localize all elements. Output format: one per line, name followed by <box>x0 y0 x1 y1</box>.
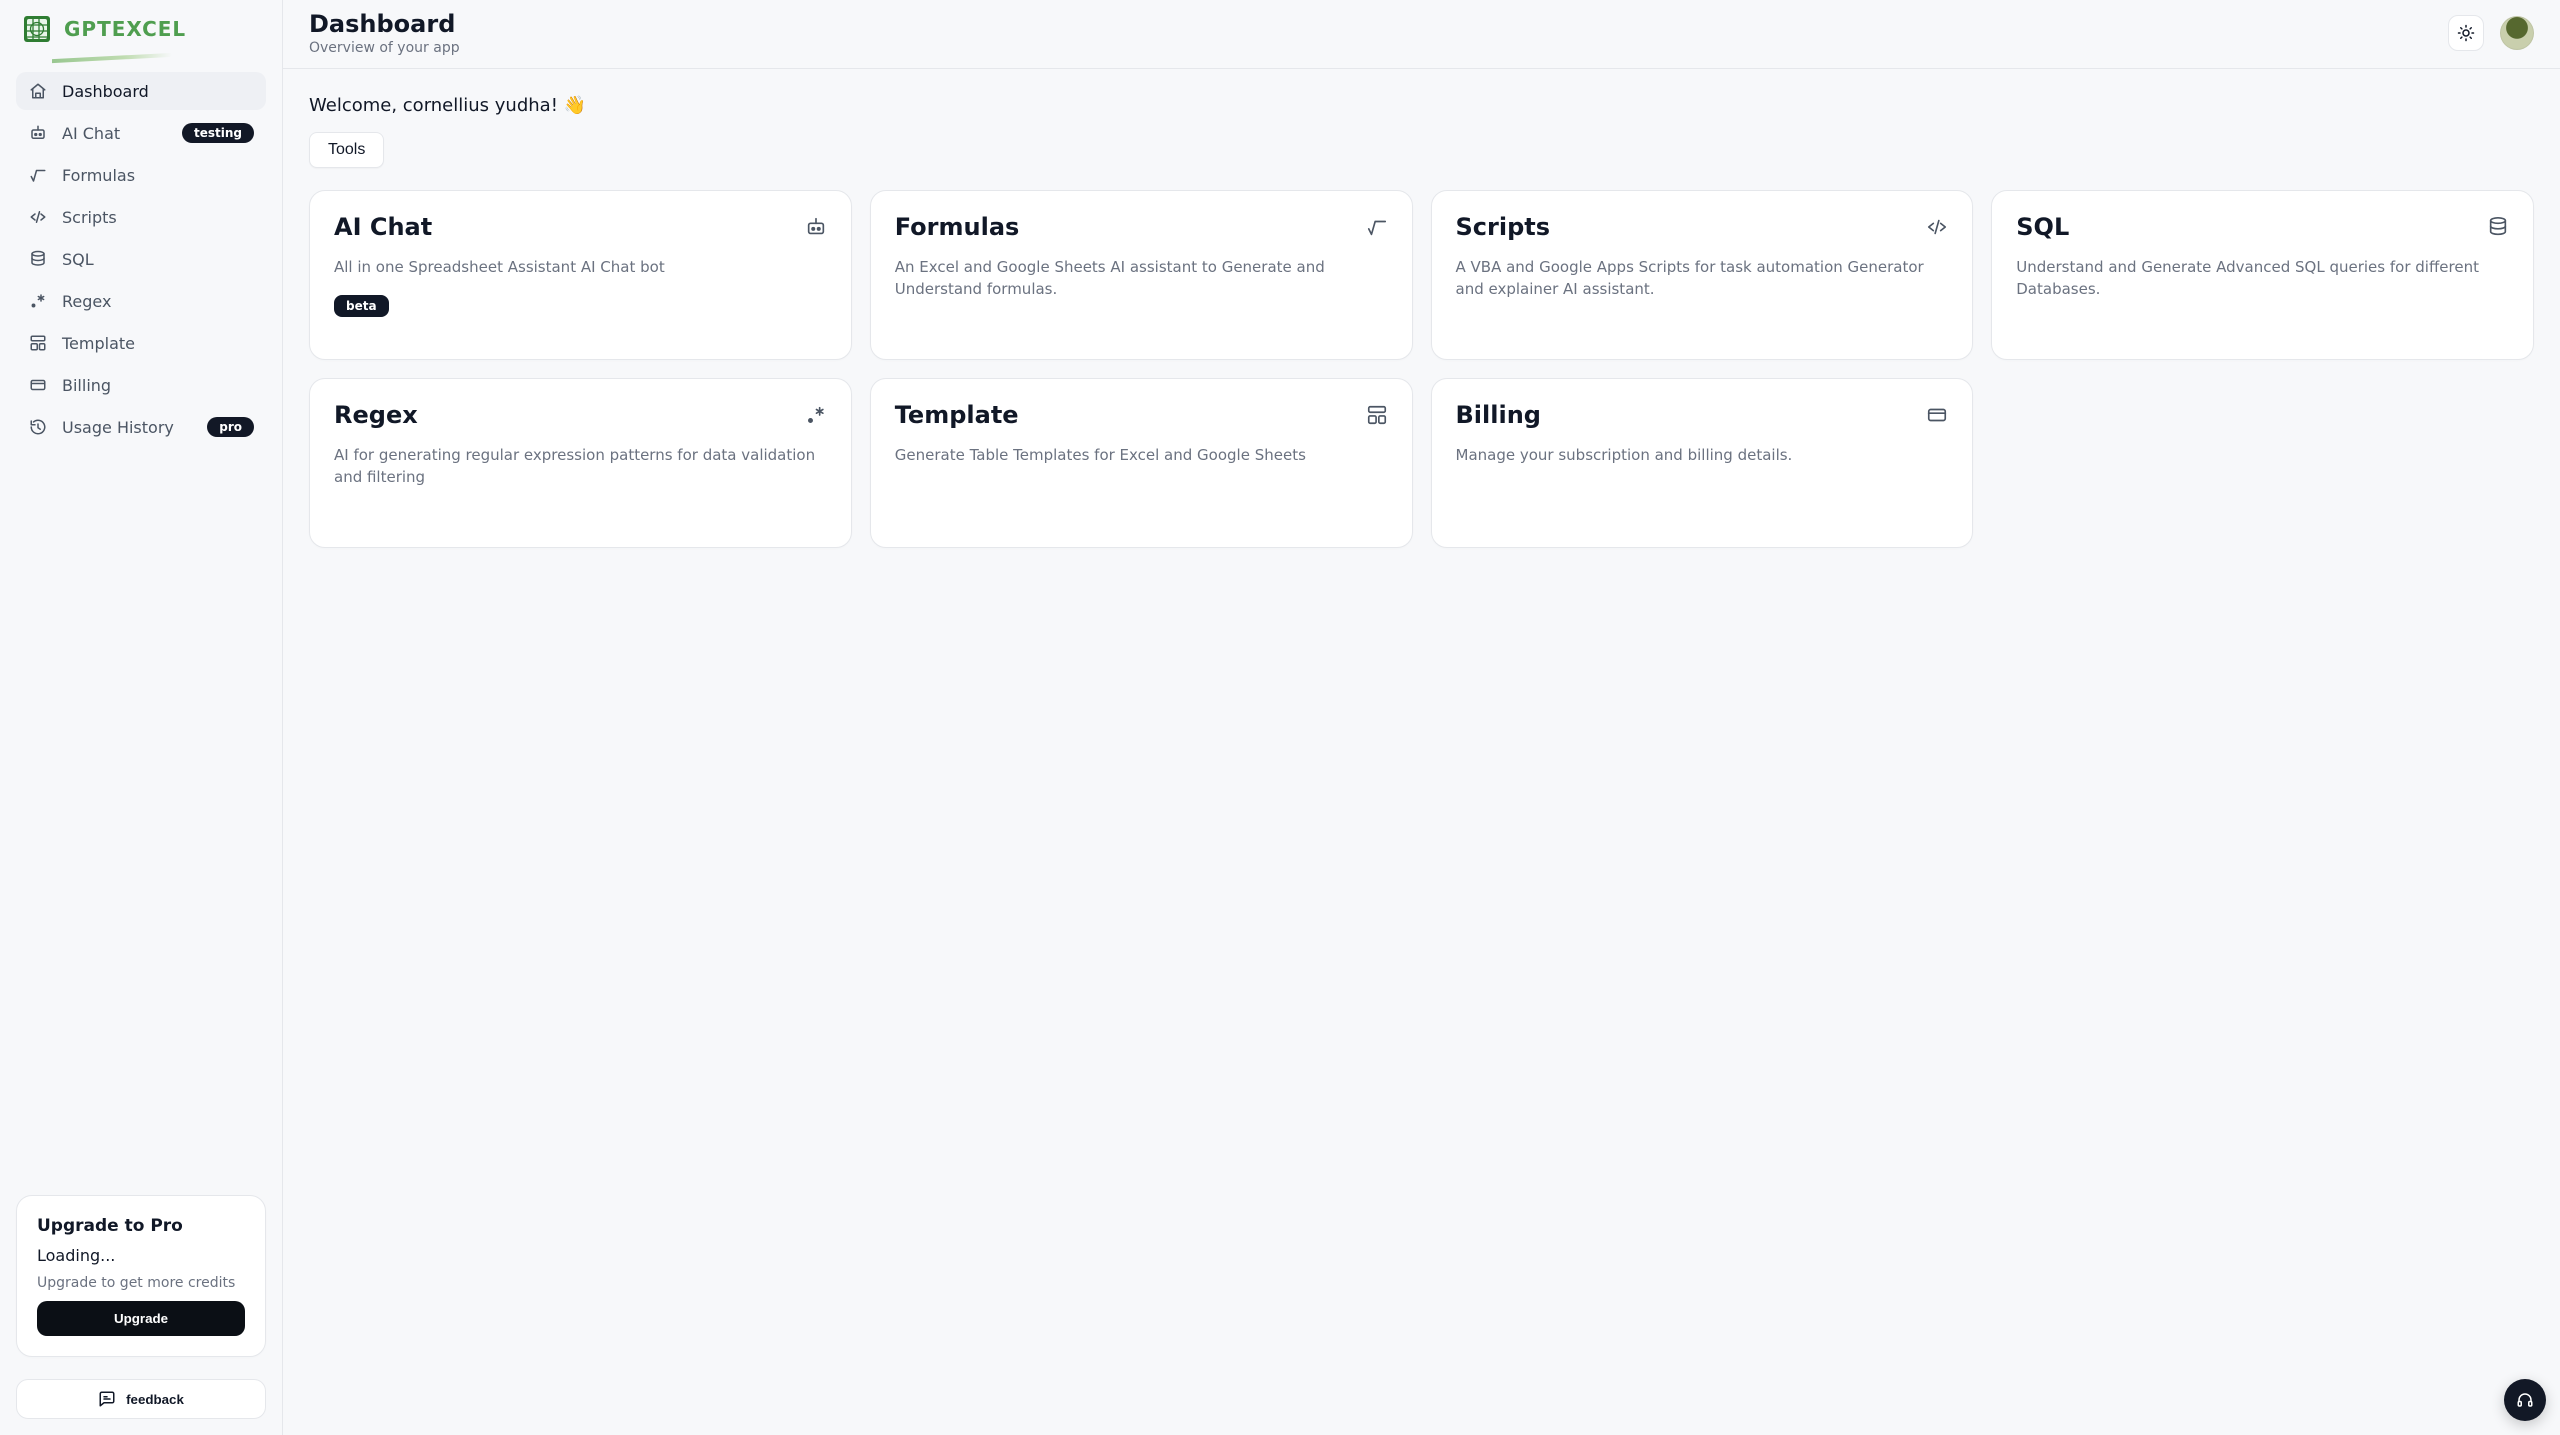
sidebar-item-label: Billing <box>62 376 254 395</box>
card-title: Regex <box>334 401 418 429</box>
topbar: Dashboard Overview of your app <box>283 0 2560 69</box>
card-desc: All in one Spreadsheet Assistant AI Chat… <box>334 257 827 279</box>
feedback-button[interactable]: feedback <box>16 1379 266 1419</box>
headphones-icon <box>2516 1391 2534 1409</box>
badge-pro: pro <box>207 417 254 437</box>
sidebar-item-template[interactable]: Template <box>16 324 266 362</box>
card-desc: AI for generating regular expression pat… <box>334 445 827 489</box>
brand-name: GPTEXCEL <box>64 17 186 41</box>
sidebar-item-scripts[interactable]: Scripts <box>16 198 266 236</box>
sidebar-item-formulas[interactable]: Formulas <box>16 156 266 194</box>
radical-icon <box>1366 216 1388 238</box>
card-title: Scripts <box>1456 213 1551 241</box>
upgrade-sub: Upgrade to get more credits <box>37 1275 245 1291</box>
layout-icon <box>28 333 48 353</box>
card-sql[interactable]: SQL Understand and Generate Advanced SQL… <box>1991 190 2534 360</box>
sun-icon <box>2457 24 2475 42</box>
card-formulas[interactable]: Formulas An Excel and Google Sheets AI a… <box>870 190 1413 360</box>
home-icon <box>28 81 48 101</box>
upgrade-button[interactable]: Upgrade <box>37 1301 245 1336</box>
sidebar-item-sql[interactable]: SQL <box>16 240 266 278</box>
page-title: Dashboard <box>309 10 460 38</box>
bot-icon <box>805 216 827 238</box>
radical-icon <box>28 165 48 185</box>
content: Welcome, cornellius yudha! 👋 Tools AI Ch… <box>283 69 2560 574</box>
card-desc: A VBA and Google Apps Scripts for task a… <box>1456 257 1949 301</box>
sidebar-item-label: SQL <box>62 250 254 269</box>
database-icon <box>2487 216 2509 238</box>
layout-icon <box>1366 404 1388 426</box>
sidebar-item-label: Template <box>62 334 254 353</box>
feedback-label: feedback <box>126 1392 184 1407</box>
card-desc: Generate Table Templates for Excel and G… <box>895 445 1388 467</box>
database-icon <box>28 249 48 269</box>
card-template[interactable]: Template Generate Table Templates for Ex… <box>870 378 1413 548</box>
card-desc: Manage your subscription and billing det… <box>1456 445 1949 467</box>
theme-toggle-button[interactable] <box>2448 15 2484 51</box>
card-scripts[interactable]: Scripts A VBA and Google Apps Scripts fo… <box>1431 190 1974 360</box>
bot-icon <box>28 123 48 143</box>
code-icon <box>28 207 48 227</box>
brand[interactable]: GPTEXCEL <box>16 8 266 56</box>
sidebar-item-regex[interactable]: Regex <box>16 282 266 320</box>
upgrade-loading: Loading... <box>37 1246 245 1265</box>
history-icon <box>28 417 48 437</box>
regex-icon <box>805 404 827 426</box>
badge-beta: beta <box>334 295 389 317</box>
sidebar-item-label: Usage History <box>62 418 193 437</box>
card-title: Billing <box>1456 401 1541 429</box>
page-subtitle: Overview of your app <box>309 40 460 56</box>
sidebar-item-label: Dashboard <box>62 82 254 101</box>
brand-logo-icon <box>20 12 54 46</box>
code-icon <box>1926 216 1948 238</box>
card-title: Template <box>895 401 1019 429</box>
card-desc: An Excel and Google Sheets AI assistant … <box>895 257 1388 301</box>
sidebar-item-label: Formulas <box>62 166 254 185</box>
card-title: Formulas <box>895 213 1020 241</box>
card-icon <box>1926 404 1948 426</box>
upgrade-card: Upgrade to Pro Loading... Upgrade to get… <box>16 1195 266 1357</box>
sidebar-item-dashboard[interactable]: Dashboard <box>16 72 266 110</box>
regex-icon <box>28 291 48 311</box>
avatar[interactable] <box>2500 16 2534 50</box>
tool-cards: AI Chat All in one Spreadsheet Assistant… <box>309 190 2534 548</box>
card-billing[interactable]: Billing Manage your subscription and bil… <box>1431 378 1974 548</box>
sidebar-item-label: Regex <box>62 292 254 311</box>
card-title: AI Chat <box>334 213 432 241</box>
main: Dashboard Overview of your app Welcome, … <box>282 0 2560 1435</box>
help-fab[interactable] <box>2504 1379 2546 1421</box>
sidebar-item-ai-chat[interactable]: AI Chat testing <box>16 114 266 152</box>
sidebar-item-billing[interactable]: Billing <box>16 366 266 404</box>
card-title: SQL <box>2016 213 2069 241</box>
top-actions <box>2448 15 2534 51</box>
page-titles: Dashboard Overview of your app <box>309 10 460 56</box>
sidebar: GPTEXCEL Dashboard AI Chat testing <box>0 0 282 1435</box>
tools-tab[interactable]: Tools <box>309 132 384 168</box>
card-ai-chat[interactable]: AI Chat All in one Spreadsheet Assistant… <box>309 190 852 360</box>
sidebar-nav: Dashboard AI Chat testing Formulas S <box>16 72 266 446</box>
feedback-icon <box>98 1390 116 1408</box>
card-icon <box>28 375 48 395</box>
card-regex[interactable]: Regex AI for generating regular expressi… <box>309 378 852 548</box>
upgrade-title: Upgrade to Pro <box>37 1216 245 1236</box>
card-desc: Understand and Generate Advanced SQL que… <box>2016 257 2509 301</box>
sidebar-item-label: AI Chat <box>62 124 168 143</box>
badge-testing: testing <box>182 123 254 143</box>
sidebar-item-usage-history[interactable]: Usage History pro <box>16 408 266 446</box>
sidebar-item-label: Scripts <box>62 208 254 227</box>
welcome-text: Welcome, cornellius yudha! 👋 <box>309 95 2534 116</box>
